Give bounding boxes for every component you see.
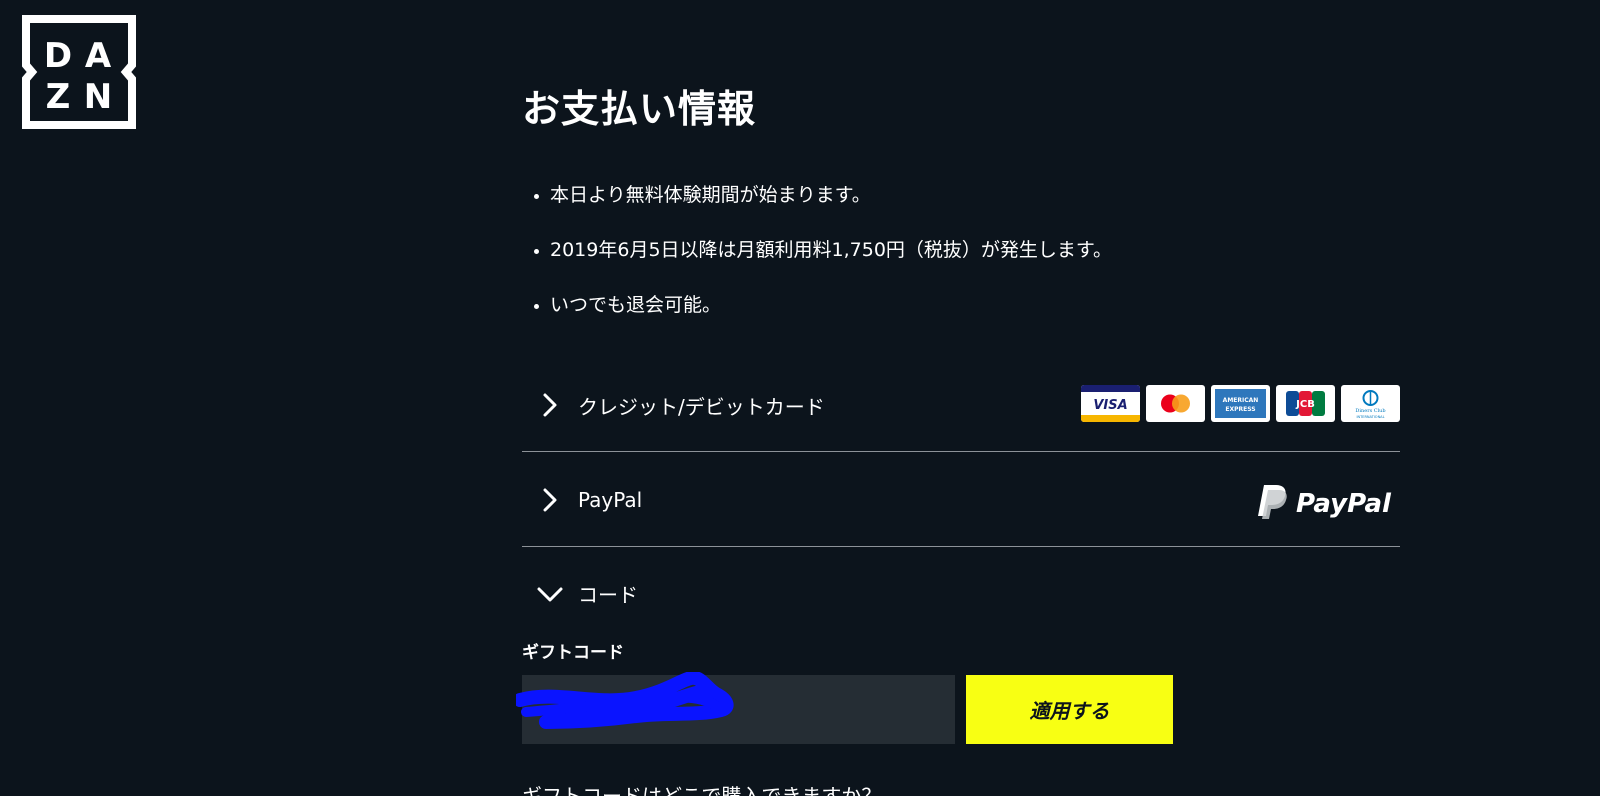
trial-info-item: 本日より無料体験期間が始まります。 [534, 178, 1112, 233]
svg-text:Diners Club: Diners Club [1355, 408, 1385, 414]
chevron-down-icon [537, 587, 563, 602]
divider [522, 546, 1400, 547]
gift-code-help-link[interactable]: ギフトコードはどこで購入できますか？ [522, 780, 881, 796]
code-label: コード [578, 582, 638, 607]
amex-card-icon: AMERICAN EXPRESS [1211, 385, 1270, 422]
svg-text:EXPRESS: EXPRESS [1225, 406, 1255, 413]
card-brand-list: VISA AMERICAN EXPRESS JCB Diners Club IN… [1081, 385, 1400, 422]
svg-text:INTERNATIONAL: INTERNATIONAL [1356, 415, 1384, 419]
gift-code-label: ギフトコード [522, 643, 624, 663]
page-title: お支払い情報 [522, 87, 757, 131]
payment-page: D A Z N お支払い情報 本日より無料体験期間が始まります。 2019年6月… [0, 0, 1600, 796]
svg-text:VISA: VISA [1093, 398, 1127, 413]
chevron-right-icon [543, 393, 557, 417]
logo-letter-a: A [85, 36, 112, 76]
trial-info-item: 2019年6月5日以降は月額利用料1,750円（税抜）が発生します。 [534, 233, 1112, 288]
svg-text:PayPal: PayPal [1296, 489, 1392, 519]
logo-letter-z: Z [46, 77, 71, 117]
diners-club-card-icon: Diners Club INTERNATIONAL [1341, 385, 1400, 422]
gift-code-input[interactable] [522, 675, 955, 744]
apply-code-button[interactable]: 適用する [966, 675, 1173, 744]
code-option[interactable]: コード [522, 573, 1400, 613]
svg-text:AMERICAN: AMERICAN [1223, 397, 1259, 404]
paypal-logo-icon: PayPal [1258, 485, 1392, 519]
trial-info-list: 本日より無料体験期間が始まります。 2019年6月5日以降は月額利用料1,750… [534, 178, 1112, 343]
svg-text:JCB: JCB [1295, 399, 1315, 410]
chevron-right-icon [543, 488, 557, 512]
dazn-logo[interactable]: D A Z N [22, 15, 136, 129]
credit-card-label: クレジット/デビットカード [578, 394, 825, 419]
jcb-card-icon: JCB [1276, 385, 1335, 422]
trial-info-item: いつでも退会可能。 [534, 288, 1112, 343]
visa-card-icon: VISA [1081, 385, 1140, 422]
mastercard-icon [1146, 385, 1205, 422]
logo-letter-d: D [44, 36, 72, 76]
divider [522, 451, 1400, 452]
logo-letter-n: N [84, 77, 112, 117]
paypal-label: PayPal [578, 488, 643, 512]
